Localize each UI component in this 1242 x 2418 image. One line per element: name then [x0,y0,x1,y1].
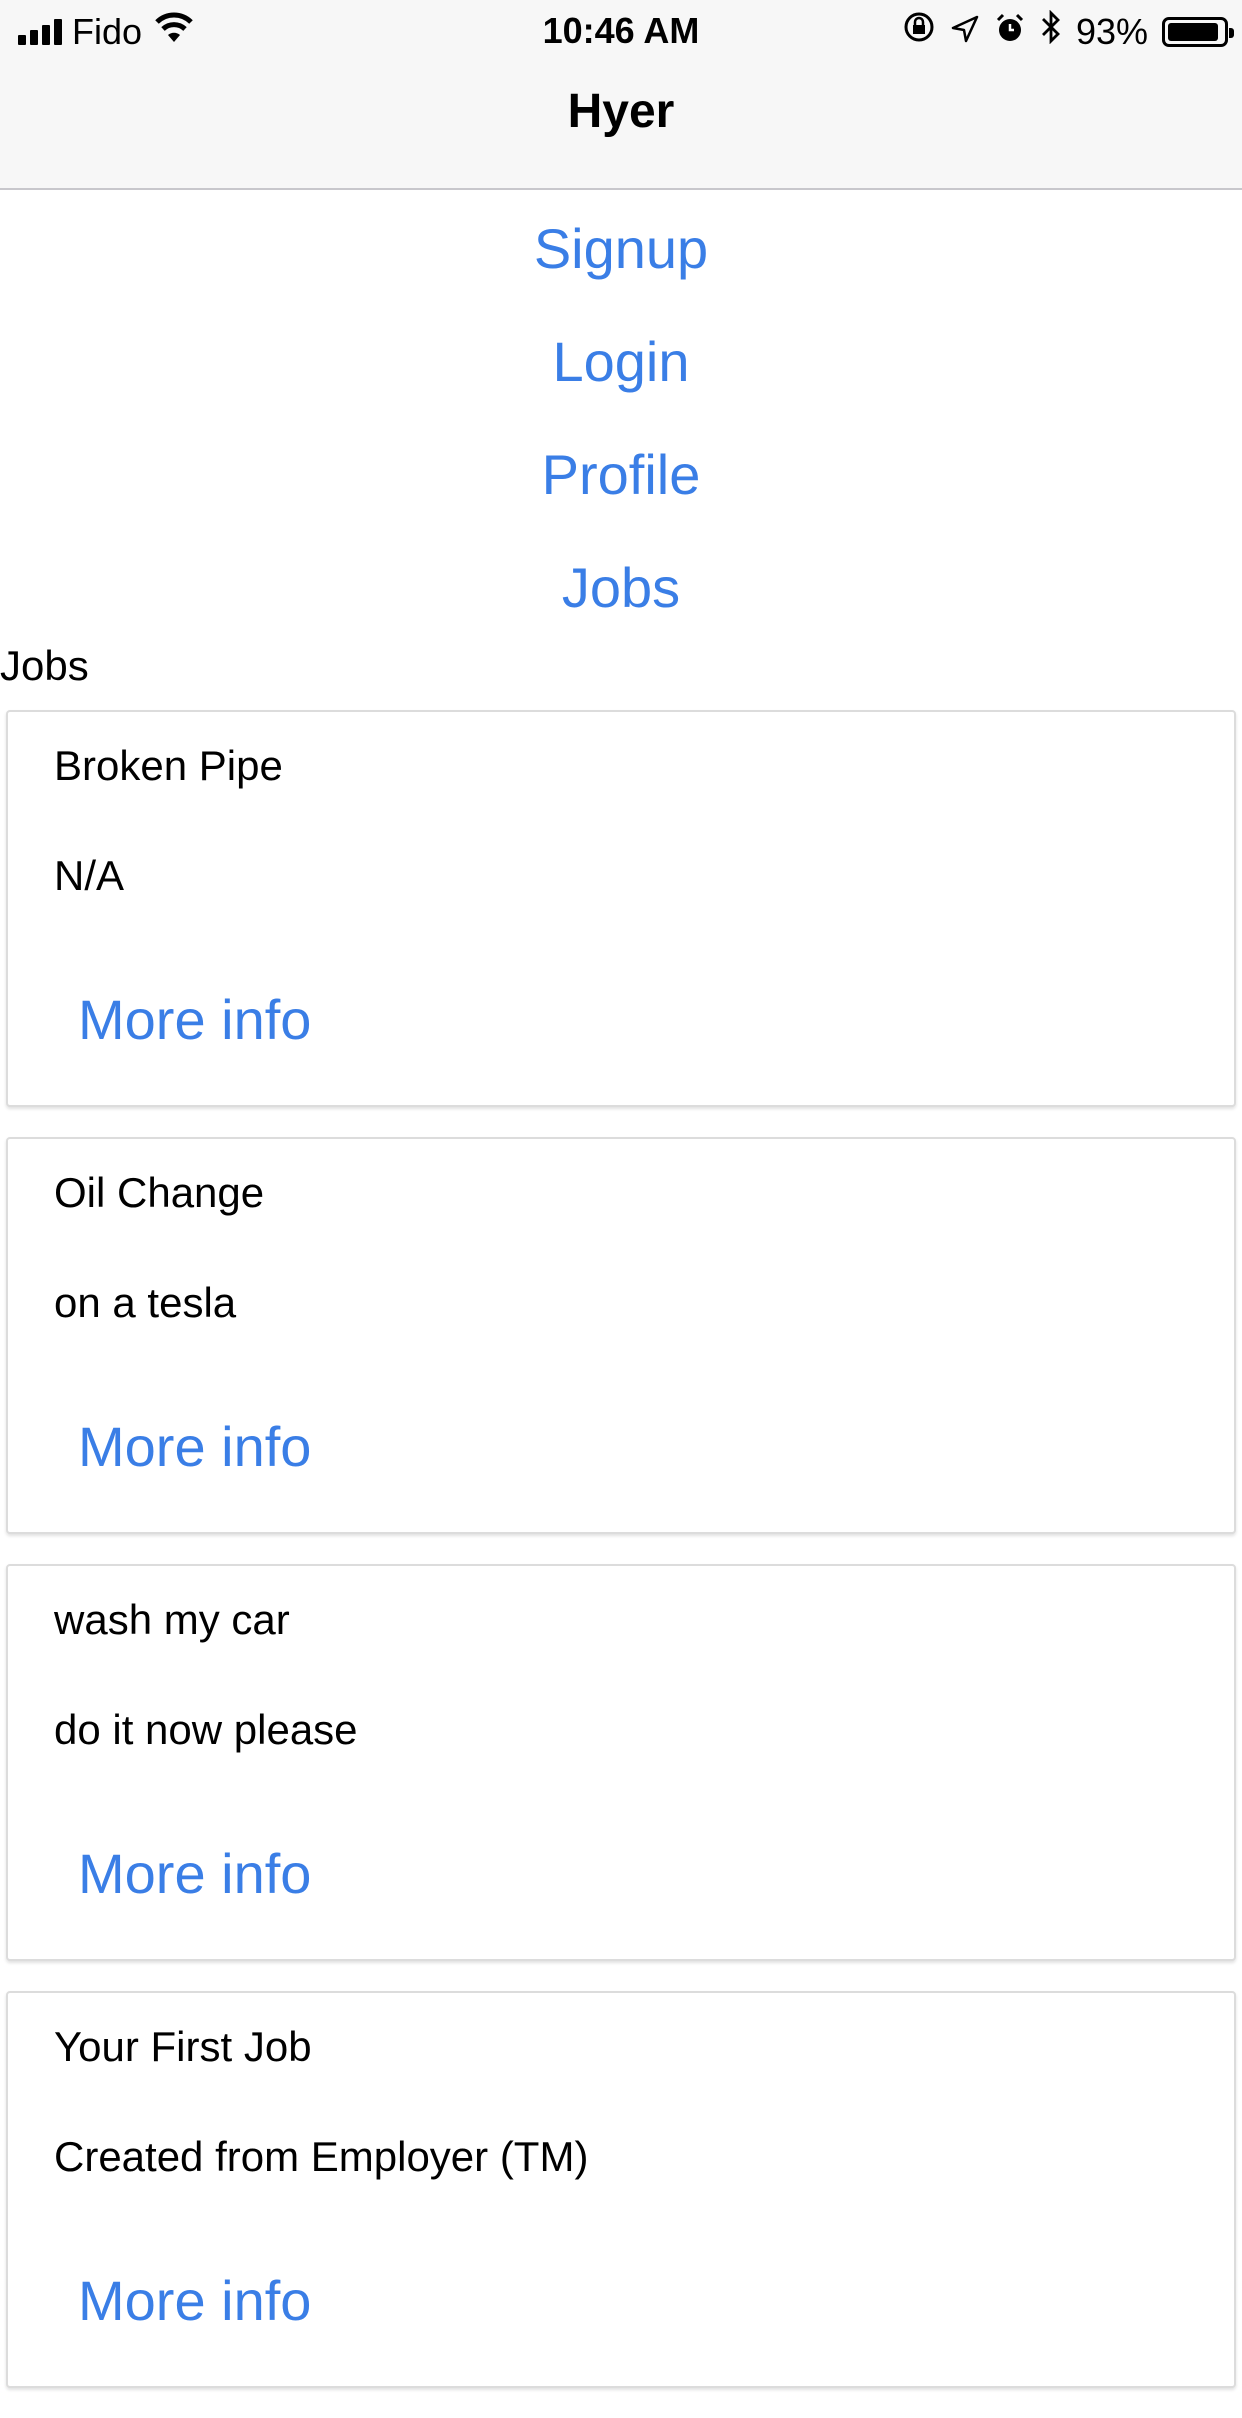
more-info-link[interactable]: More info [78,2268,311,2333]
battery-icon [1162,16,1234,47]
job-description: N/A [54,852,125,899]
profile-link[interactable]: Profile [0,418,1242,531]
bluetooth-icon [1040,9,1062,53]
navigation-bar: Fido 10:46 AM 93% Hyer [0,0,1242,190]
location-icon [950,11,980,53]
job-card: Broken Pipe N/A More info [6,710,1236,1107]
job-card: Your First Job Created from Employer (TM… [6,1991,1236,2388]
more-info-link[interactable]: More info [78,1414,311,1479]
job-card: Oil Change on a tesla More info [6,1137,1236,1534]
job-card: wash my car do it now please More info [6,1564,1236,1961]
job-title: Your First Job [54,2023,312,2070]
signup-link[interactable]: Signup [0,192,1242,305]
orientation-lock-icon [902,10,936,53]
alarm-icon [994,11,1026,53]
nav-links: Signup Login Profile Jobs [0,192,1242,644]
jobs-link[interactable]: Jobs [0,531,1242,644]
jobs-section-heading: Jobs [0,642,89,689]
job-description: do it now please [54,1706,358,1753]
battery-percent: 93% [1075,10,1148,52]
more-info-link[interactable]: More info [78,1841,311,1906]
job-description: on a tesla [54,1279,237,1326]
job-description: Created from Employer (TM) [54,2133,589,2180]
job-list: Broken Pipe N/A More info Oil Change on … [6,710,1236,2418]
job-title: Oil Change [54,1169,265,1216]
status-bar: Fido 10:46 AM 93% [0,0,1242,60]
status-right: 93% [902,9,1234,53]
more-info-link[interactable]: More info [78,987,311,1052]
job-title: wash my car [54,1596,290,1643]
job-title: Broken Pipe [54,742,283,789]
page-title: Hyer [567,85,675,138]
login-link[interactable]: Login [0,305,1242,418]
